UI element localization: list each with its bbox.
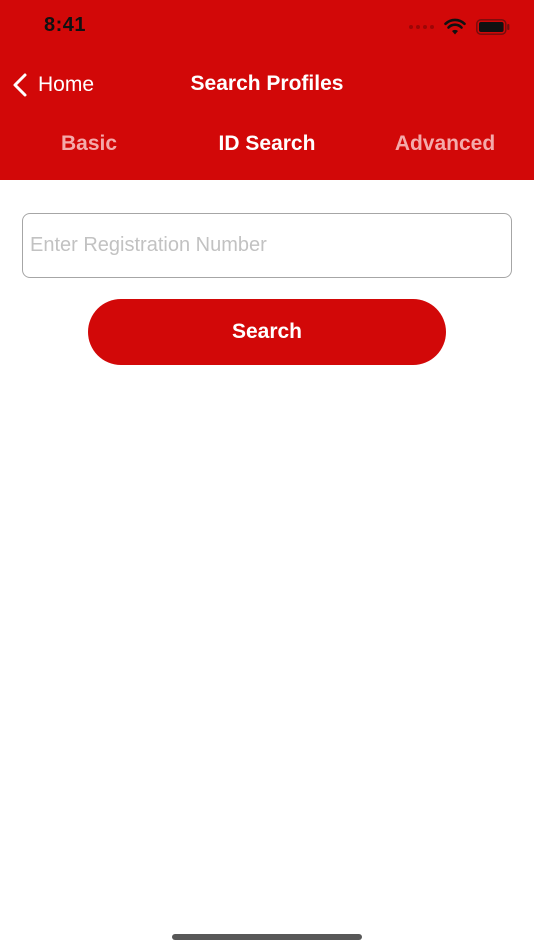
tab-basic[interactable]: Basic xyxy=(0,132,178,156)
status-time: 8:41 xyxy=(44,14,87,36)
battery-icon xyxy=(476,19,510,35)
registration-number-input[interactable] xyxy=(22,213,512,278)
tab-advanced[interactable]: Advanced xyxy=(356,132,534,156)
header: 8:41 Home Search Profiles Basic ID Searc… xyxy=(0,0,534,180)
tab-id-search[interactable]: ID Search xyxy=(178,132,356,156)
wifi-icon xyxy=(444,18,466,35)
status-bar: 8:41 xyxy=(0,0,534,54)
search-button[interactable]: Search xyxy=(88,299,446,365)
page-title: Search Profiles xyxy=(190,72,344,95)
navigation-bar: Home Search Profiles xyxy=(0,60,534,110)
cellular-signal-icon xyxy=(409,25,434,29)
status-indicators xyxy=(409,16,510,38)
home-indicator xyxy=(172,934,362,940)
search-tabs: Basic ID Search Advanced xyxy=(0,120,534,172)
